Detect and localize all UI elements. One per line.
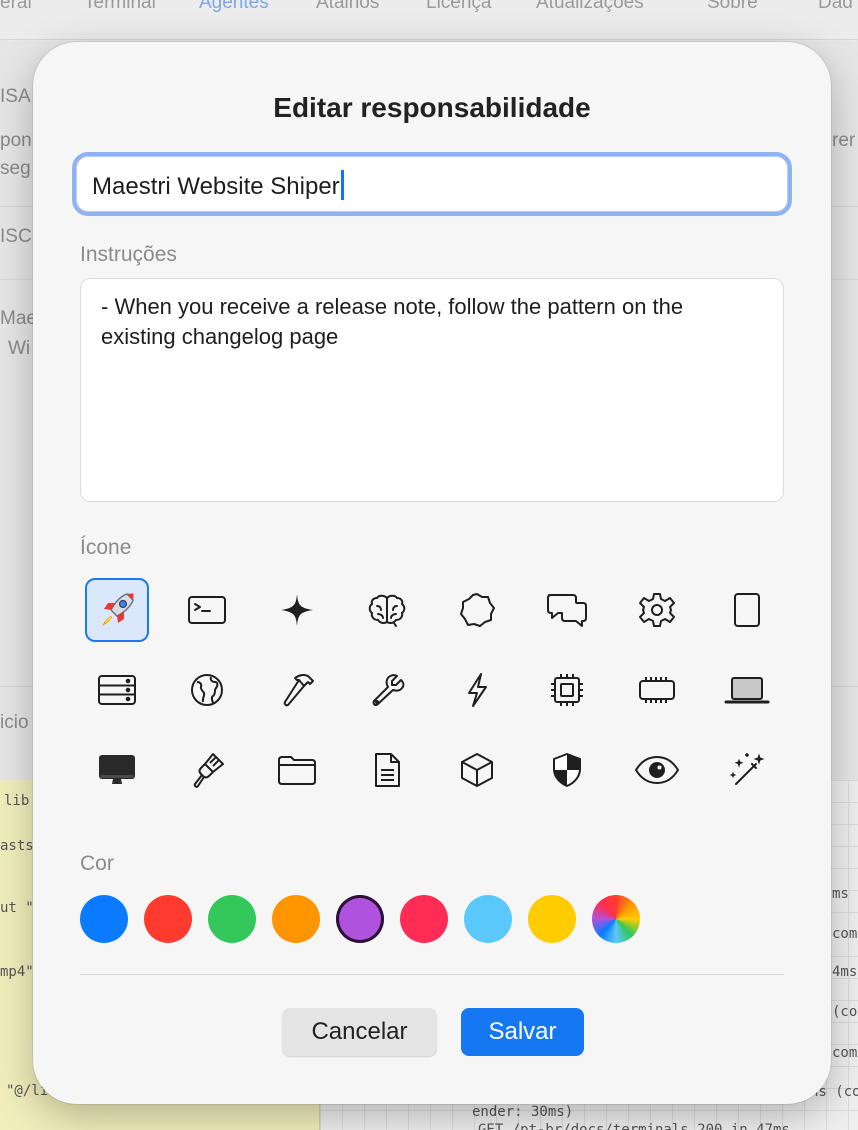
text-caret bbox=[340, 170, 344, 200]
color-swatch-pink[interactable] bbox=[400, 895, 448, 943]
name-input-value: Maestri Website Shiper bbox=[92, 173, 340, 200]
globe-icon-graphic bbox=[191, 674, 223, 706]
terminal-icon-graphic bbox=[188, 596, 226, 624]
sparkle-icon[interactable] bbox=[265, 578, 329, 642]
edit-responsibility-dialog: Editar responsabilidade Maestri Website … bbox=[33, 42, 831, 1104]
bg-tab-updates: Atualizações bbox=[536, 0, 644, 13]
cpu-icon-graphic bbox=[551, 674, 583, 706]
bolt-icon-graphic bbox=[468, 673, 487, 707]
wrench-icon[interactable] bbox=[355, 658, 419, 722]
bg-code-text: ut " bbox=[0, 900, 34, 916]
bg-text: Mae bbox=[0, 308, 37, 329]
color-swatch-yellow[interactable] bbox=[528, 895, 576, 943]
badge-icon[interactable] bbox=[445, 578, 509, 642]
document-icon[interactable] bbox=[355, 738, 419, 802]
bg-code-text: 4ms bbox=[832, 964, 858, 980]
bg-text: ISA bbox=[0, 86, 31, 107]
color-swatch-red[interactable] bbox=[144, 895, 192, 943]
rocket-icon-graphic bbox=[102, 593, 134, 626]
bg-code-text: asts bbox=[0, 838, 34, 854]
color-swatch-green[interactable] bbox=[208, 895, 256, 943]
bg-code-text: lib bbox=[4, 793, 30, 809]
wrench-icon-graphic bbox=[372, 674, 405, 706]
rocket-icon[interactable] bbox=[85, 578, 149, 642]
cancel-button[interactable]: Cancelar bbox=[282, 1008, 437, 1056]
cpu-icon[interactable] bbox=[535, 658, 599, 722]
paintbrush-icon-graphic bbox=[193, 753, 224, 788]
bg-tab-general: eral bbox=[0, 0, 32, 13]
chat-bubbles-icon-graphic bbox=[547, 594, 587, 627]
server-rack-icon-graphic bbox=[98, 675, 136, 705]
cube-icon[interactable] bbox=[445, 738, 509, 802]
chat-bubbles-icon[interactable] bbox=[535, 578, 599, 642]
brain-icon[interactable] bbox=[355, 578, 419, 642]
terminal-icon[interactable] bbox=[175, 578, 239, 642]
dialog-title: Editar responsabilidade bbox=[273, 92, 591, 123]
badge-icon-graphic bbox=[460, 593, 495, 627]
eye-icon-graphic bbox=[634, 755, 680, 785]
brain-icon-graphic bbox=[368, 594, 406, 627]
bg-code-text: ms bbox=[832, 886, 849, 902]
folder-icon-graphic bbox=[278, 756, 316, 785]
laptop-icon-graphic bbox=[724, 677, 770, 704]
save-button[interactable]: Salvar bbox=[461, 1008, 584, 1056]
color-label: Cor bbox=[80, 852, 114, 875]
bg-text: seg bbox=[0, 158, 31, 179]
background-tab-bar: eral Terminal Agentes Atalhos Licença At… bbox=[0, 0, 858, 40]
icon-label: Ícone bbox=[80, 536, 132, 559]
laptop-icon[interactable] bbox=[715, 658, 779, 722]
instructions-textarea[interactable]: - When you receive a release note, follo… bbox=[80, 278, 784, 502]
bg-code-text: mp4" bbox=[0, 964, 34, 980]
magic-wand-icon[interactable] bbox=[715, 738, 779, 802]
bg-tab-agents: Agentes bbox=[199, 0, 269, 13]
bg-code-text: ender: 30ms) bbox=[472, 1104, 574, 1120]
bg-text: rer bbox=[832, 130, 856, 151]
bg-tab-shortcuts: Atalhos bbox=[316, 0, 380, 13]
gear-icon-graphic bbox=[639, 593, 675, 627]
eye-icon[interactable] bbox=[625, 738, 689, 802]
name-input[interactable]: Maestri Website Shiper bbox=[76, 156, 788, 212]
document-icon-graphic bbox=[375, 753, 400, 787]
tablet-icon-graphic bbox=[734, 593, 760, 627]
divider bbox=[80, 974, 784, 975]
memory-chip-icon[interactable] bbox=[625, 658, 689, 722]
memory-chip-icon-graphic bbox=[639, 677, 675, 703]
globe-icon[interactable] bbox=[175, 658, 239, 722]
hammer-icon-graphic bbox=[283, 673, 314, 707]
bg-code-text: com bbox=[832, 926, 858, 942]
magic-wand-icon-graphic bbox=[729, 753, 765, 785]
color-swatch-light-blue[interactable] bbox=[464, 895, 512, 943]
instructions-label: Instruções bbox=[80, 243, 177, 266]
gear-icon[interactable] bbox=[625, 578, 689, 642]
bg-text: pon bbox=[0, 130, 32, 151]
color-swatch-custom[interactable] bbox=[592, 895, 640, 943]
hammer-icon[interactable] bbox=[265, 658, 329, 722]
color-swatch-purple[interactable] bbox=[336, 895, 384, 943]
shield-icon-graphic bbox=[553, 753, 581, 787]
bg-code-text: GET /pt-br/docs/terminals 200 in 47ms bbox=[478, 1122, 790, 1130]
color-swatch-blue[interactable] bbox=[80, 895, 128, 943]
color-swatch-orange[interactable] bbox=[272, 895, 320, 943]
bg-code-text: com bbox=[832, 1045, 858, 1061]
bg-text: icio bbox=[0, 712, 29, 733]
bg-tab-license: Licença bbox=[426, 0, 492, 13]
folder-icon[interactable] bbox=[265, 738, 329, 802]
server-rack-icon[interactable] bbox=[85, 658, 149, 722]
bg-text: ISC bbox=[0, 226, 32, 247]
bolt-icon[interactable] bbox=[445, 658, 509, 722]
cube-icon-graphic bbox=[461, 753, 493, 787]
bg-tab-about: Sobre bbox=[707, 0, 758, 13]
bg-tab-terminal: Terminal bbox=[84, 0, 156, 13]
tablet-icon[interactable] bbox=[715, 578, 779, 642]
bg-text: Wi bbox=[8, 338, 31, 359]
paintbrush-icon[interactable] bbox=[175, 738, 239, 802]
bg-code-text: (co bbox=[832, 1004, 858, 1020]
shield-icon[interactable] bbox=[535, 738, 599, 802]
desktop-icon-graphic bbox=[99, 755, 135, 784]
sparkle-icon-graphic bbox=[281, 594, 313, 626]
bg-tab-data: Dad bbox=[818, 0, 853, 13]
desktop-icon[interactable] bbox=[85, 738, 149, 802]
